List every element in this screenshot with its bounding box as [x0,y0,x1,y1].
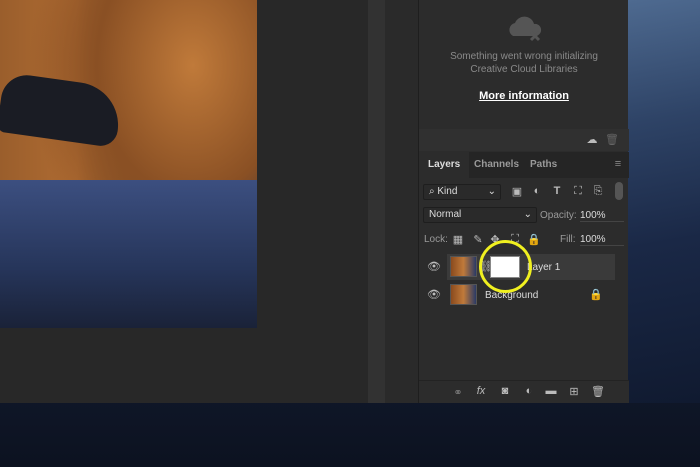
filter-type-icon[interactable]: T [550,185,564,197]
cloud-error-icon [509,16,542,42]
new-layer-icon[interactable]: ⊞ [567,385,581,398]
layer-thumbnail [450,256,477,277]
more-information-link[interactable]: More information [419,90,629,102]
layer-thumbnail [450,284,477,305]
tab-layers[interactable]: Layers [419,152,470,178]
opacity-label: Opacity: [540,210,577,221]
opacity-input[interactable]: 100% [580,210,624,222]
layers-tabs: Layers Channels Paths ≡ [419,152,629,178]
panel-dock-column [385,0,418,403]
filter-adjustment-icon[interactable]: ◐ [530,185,544,197]
filter-pixel-icon[interactable]: ▣ [510,185,524,198]
panels: Something went wrong initializing Creativ… [418,0,629,403]
delete-layer-icon[interactable]: 🗑 [591,385,605,398]
tab-paths[interactable]: Paths [521,152,566,178]
layer-row-background[interactable]: Background 🔒 [447,282,615,308]
filter-smart-object-icon[interactable]: ⎘ [591,185,605,198]
cloud-sync-icon[interactable]: ☁ [585,133,599,146]
add-mask-icon[interactable]: ◙ [498,385,512,397]
lock-label: Lock: [424,234,448,245]
tab-channels[interactable]: Channels [465,152,528,178]
visibility-eye-icon[interactable]: 👁 [427,260,441,273]
layers-footer: ⚭ fx ◙ ◐ ▬ ⊞ 🗑 [419,380,629,403]
layer-lock-icon: 🔒 [589,289,603,301]
blend-mode-select[interactable]: Normal ⌄ [423,207,537,223]
link-layers-icon[interactable]: ⚭ [451,386,465,399]
fx-icon[interactable]: fx [474,385,488,397]
lock-paint-icon[interactable]: ✎ [471,233,485,246]
lock-transparent-icon[interactable]: ▦ [451,233,465,246]
scrollbar[interactable] [368,0,385,403]
fill-label: Fill: [560,234,576,245]
visibility-eye-icon[interactable]: 👁 [427,288,441,301]
new-group-icon[interactable]: ▬ [544,385,558,397]
libraries-panel: Something went wrong initializing Creativ… [419,0,629,130]
desktop-wallpaper-mountains [628,0,700,403]
highlight-circle [479,240,532,293]
filter-toggle[interactable] [615,182,623,200]
lock-all-icon[interactable]: 🔒 [527,233,541,246]
trash-icon[interactable]: 🗑 [605,133,619,146]
libraries-error-text: Something went wrong initializing Creativ… [450,51,598,75]
filter-shape-icon[interactable]: ⛶ [571,185,585,198]
filter-kind-select[interactable]: ⌕ Kind ⌄ [423,184,501,200]
libraries-footer: ☁ 🗑 [419,129,629,151]
adjustment-layer-icon[interactable]: ◐ [522,385,536,397]
layer-name[interactable]: Layer 1 [527,262,560,273]
fill-input[interactable]: 100% [580,234,624,246]
canvas-area[interactable] [0,0,368,403]
document-image [0,0,257,328]
panel-menu-icon[interactable]: ≡ [611,158,625,170]
